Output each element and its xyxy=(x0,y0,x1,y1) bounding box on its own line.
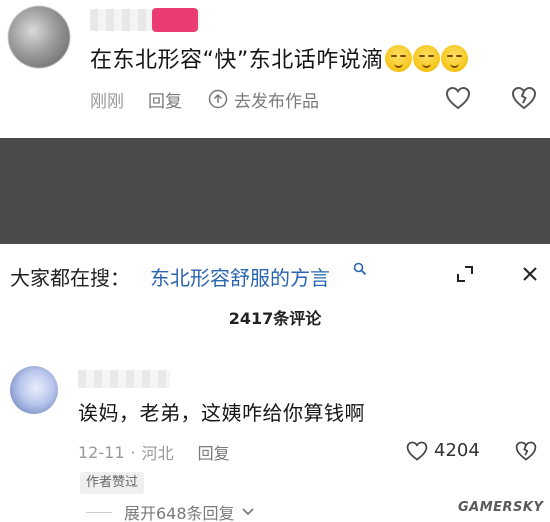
top-comment: 在东北形容“快”东北话咋说滴 刚刚 回复 去发布作品 xyxy=(0,0,550,138)
comment-body: 在东北形容“快”东北话咋说滴 xyxy=(90,48,384,73)
username-blurred[interactable] xyxy=(78,370,170,388)
publish-work-button[interactable]: 去发布作品 xyxy=(208,87,319,112)
expand-replies-button[interactable]: 展开648条回复 xyxy=(86,500,255,522)
author-liked-badge: 作者赞过 xyxy=(80,472,145,494)
broken-heart-icon[interactable] xyxy=(510,84,538,112)
expand-replies-label: 展开648条回复 xyxy=(124,504,235,522)
comment-text: 在东北形容“快”东北话咋说滴 xyxy=(90,42,468,74)
comment-time: 刚刚 xyxy=(90,91,124,112)
watermark: GAMERSKY xyxy=(458,500,544,515)
broken-heart-icon[interactable] xyxy=(514,439,538,463)
comment-location: 河北 xyxy=(141,444,174,463)
comment-date: 12-11 xyxy=(78,442,125,462)
search-suggestion-link[interactable]: 东北形容舒服的方言 xyxy=(150,262,330,291)
close-icon[interactable] xyxy=(520,264,540,284)
reply-button[interactable]: 回复 xyxy=(148,87,182,112)
upload-icon xyxy=(208,89,228,109)
avatar[interactable] xyxy=(8,6,70,68)
expand-icon[interactable] xyxy=(456,265,474,283)
video-area xyxy=(0,138,550,244)
divider xyxy=(86,511,112,513)
heart-icon[interactable] xyxy=(405,439,429,463)
heart-icon[interactable] xyxy=(444,84,472,112)
comment-text: 诶妈，老弟，这姨咋给你算钱啊 xyxy=(78,401,365,425)
publish-label: 去发布作品 xyxy=(234,91,319,112)
like-count: 4204 xyxy=(434,440,480,461)
sad-face-emoji-icon xyxy=(440,45,468,72)
meta-separator: · xyxy=(130,442,136,462)
sad-face-emoji-icon xyxy=(384,45,412,72)
comment-count: 2417条评论 xyxy=(228,309,322,328)
reply-button[interactable]: 回复 xyxy=(198,440,230,464)
comment-meta: 12-11 · 河北 回复 xyxy=(78,440,230,464)
user-badge xyxy=(152,8,198,32)
chevron-down-icon xyxy=(241,508,254,516)
comment-meta: 刚刚 回复 去发布作品 xyxy=(90,86,319,112)
avatar[interactable] xyxy=(10,366,58,414)
search-prefix: 大家都在搜： xyxy=(10,266,130,290)
sad-face-emoji-icon xyxy=(412,45,440,72)
search-icon[interactable] xyxy=(353,262,367,276)
